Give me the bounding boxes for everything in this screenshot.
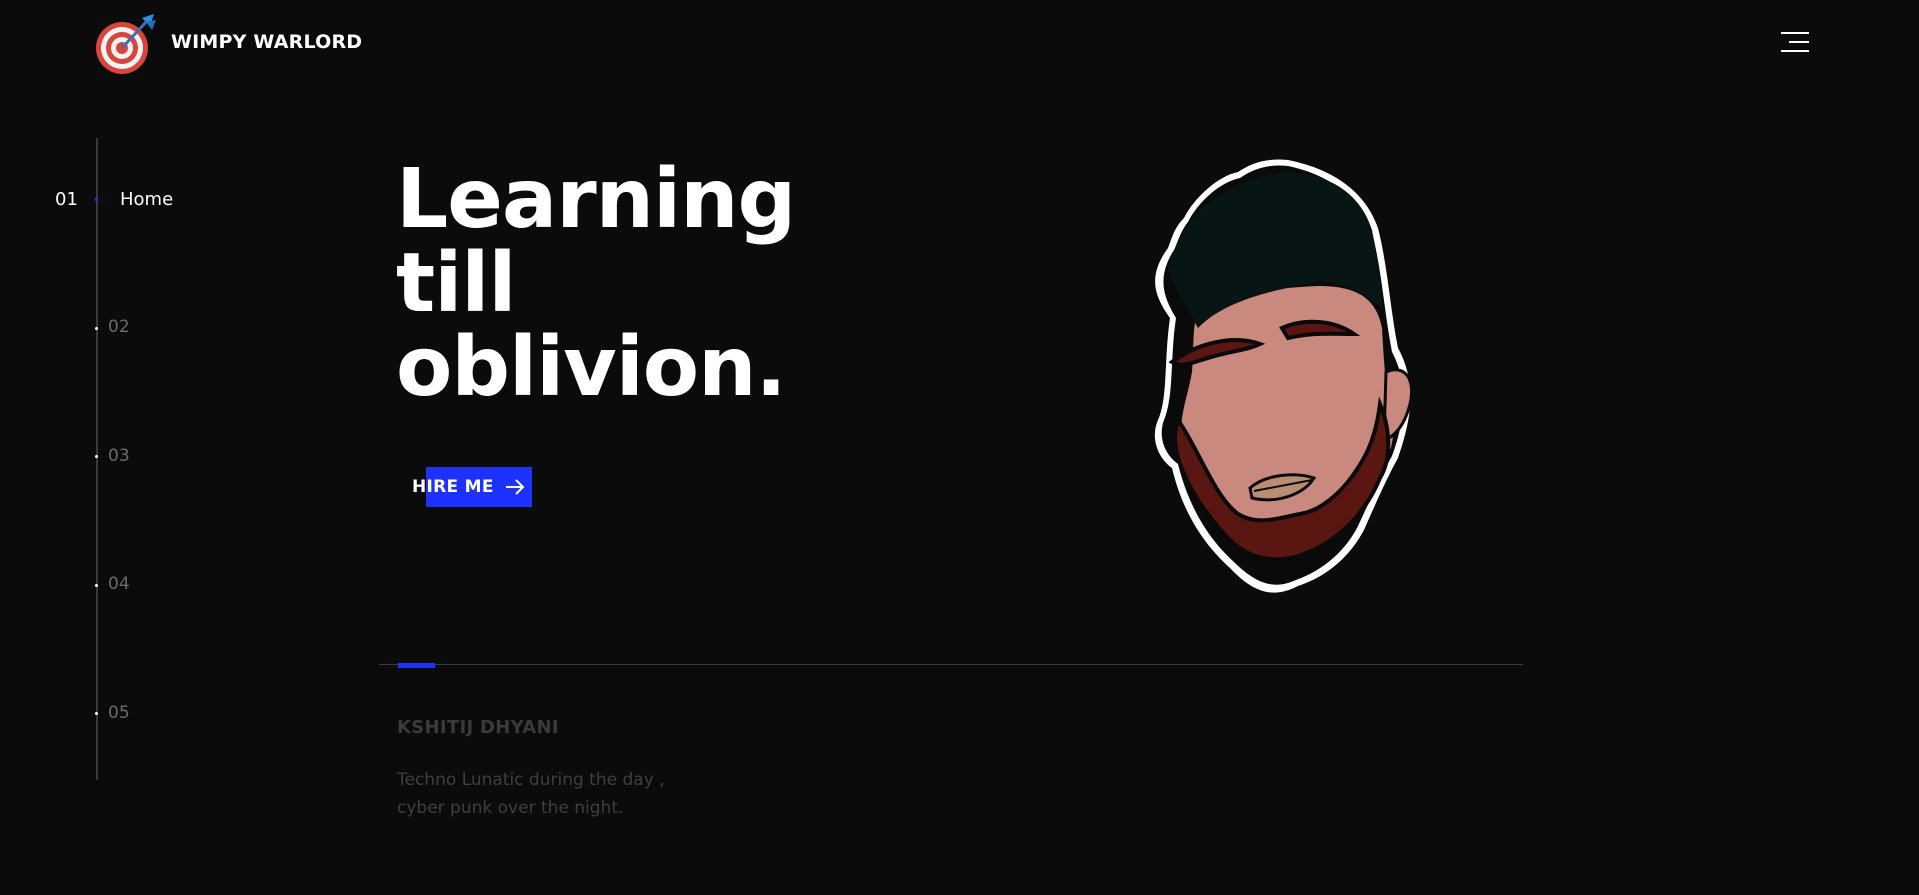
- section-nav-dot: [95, 455, 98, 458]
- hero-title: Learning till oblivion.: [396, 152, 796, 415]
- brand-name: WIMPY WARLORD: [171, 31, 363, 53]
- hamburger-menu-icon[interactable]: [1775, 30, 1809, 56]
- section-nav-item-03[interactable]: 03: [108, 446, 130, 466]
- section-nav-active-dot: [95, 198, 98, 201]
- intro-name: KSHITIJ DHYANI: [397, 717, 559, 738]
- section-nav-dot: [95, 327, 98, 330]
- arrow-right-icon: [505, 479, 525, 495]
- hire-me-button[interactable]: HIRE ME: [412, 467, 532, 507]
- hero-title-line: oblivion.: [396, 320, 787, 415]
- section-nav-item-05[interactable]: 05: [108, 703, 130, 723]
- section-nav-track: [96, 138, 98, 780]
- section-nav-dot: [95, 712, 98, 715]
- target-dart-icon: [96, 14, 156, 74]
- section-nav-active-number[interactable]: 01: [55, 189, 78, 210]
- hero-title-line: till: [396, 236, 517, 331]
- section-nav-item-home[interactable]: Home: [120, 189, 173, 210]
- section-nav-item-04[interactable]: 04: [108, 574, 130, 594]
- hero-title-line: Learning: [396, 152, 796, 247]
- page: WIMPY WARLORD 01 Home 02 03 04 05 Learni…: [0, 0, 1919, 895]
- section-nav-item-02[interactable]: 02: [108, 317, 130, 337]
- divider-accent: [398, 663, 435, 668]
- logo-link[interactable]: [94, 10, 160, 76]
- section-nav-dot: [95, 584, 98, 587]
- section-divider: [379, 664, 1523, 665]
- cartoon-face-avatar: [1154, 159, 1413, 593]
- intro-tagline-line: Techno Lunatic during the day ,: [397, 770, 665, 790]
- hire-me-label: HIRE ME: [412, 477, 494, 497]
- intro-tagline-line: cyber punk over the night.: [397, 798, 624, 818]
- intro-tagline: Techno Lunatic during the day , cyber pu…: [397, 766, 757, 822]
